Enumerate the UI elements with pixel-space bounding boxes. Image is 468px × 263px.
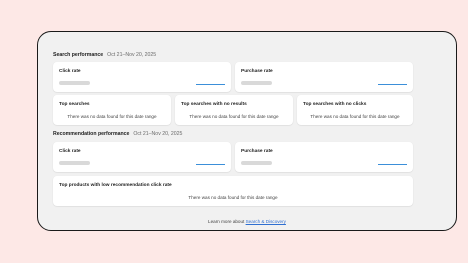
search-discovery-link[interactable]: Search & Discovery — [246, 219, 286, 224]
search-click-rate-label: Click rate — [59, 69, 81, 74]
recommendation-performance-heading: Recommendation performance Oct 21–Nov 20,… — [53, 131, 182, 137]
recommendation-purchase-rate-sparkline — [378, 164, 407, 165]
top-searches-empty-message: There was no data found for this date ra… — [67, 114, 157, 119]
search-performance-date: Oct 21–Nov 20, 2025 — [107, 52, 157, 58]
search-click-rate-sparkline — [196, 84, 225, 85]
search-performance-title: Search performance — [53, 52, 104, 58]
learn-more-footer: Learn more about Search & Discovery — [38, 219, 456, 224]
top-no-results-empty-message: There was no data found for this date ra… — [189, 114, 279, 119]
learn-more-prefix: Learn more about — [208, 219, 246, 224]
top-no-clicks-card[interactable]: Top searches with no clicks There was no… — [297, 95, 413, 125]
top-no-results-title: Top searches with no results — [181, 102, 247, 107]
search-purchase-rate-placeholder — [241, 81, 272, 85]
low-click-products-title: Top products with low recommendation cli… — [59, 183, 172, 188]
top-searches-title: Top searches — [59, 102, 90, 107]
search-click-rate-placeholder — [59, 81, 90, 85]
recommendation-performance-title: Recommendation performance — [53, 131, 130, 137]
recommendation-purchase-rate-placeholder — [241, 161, 272, 165]
top-no-clicks-title: Top searches with no clicks — [303, 102, 367, 107]
low-click-products-card[interactable]: Top products with low recommendation cli… — [53, 176, 413, 206]
search-purchase-rate-label: Purchase rate — [241, 69, 273, 74]
top-no-results-card[interactable]: Top searches with no results There was n… — [175, 95, 293, 125]
recommendation-click-rate-sparkline — [196, 164, 225, 165]
search-performance-heading: Search performance Oct 21–Nov 20, 2025 — [53, 52, 156, 58]
top-searches-card[interactable]: Top searches There was no data found for… — [53, 95, 171, 125]
recommendation-purchase-rate-card[interactable]: Purchase rate — [235, 142, 413, 172]
recommendation-click-rate-label: Click rate — [59, 149, 81, 154]
recommendation-click-rate-placeholder — [59, 161, 90, 165]
top-no-clicks-empty-message: There was no data found for this date ra… — [310, 114, 400, 119]
low-click-products-empty-message: There was no data found for this date ra… — [188, 195, 278, 200]
recommendation-purchase-rate-label: Purchase rate — [241, 149, 273, 154]
recommendation-click-rate-card[interactable]: Click rate — [53, 142, 231, 172]
search-click-rate-card[interactable]: Click rate — [53, 62, 231, 92]
search-purchase-rate-card[interactable]: Purchase rate — [235, 62, 413, 92]
analytics-panel: Search performance Oct 21–Nov 20, 2025 Cl… — [37, 31, 457, 231]
search-purchase-rate-sparkline — [378, 84, 407, 85]
recommendation-performance-date: Oct 21–Nov 20, 2025 — [133, 131, 183, 137]
